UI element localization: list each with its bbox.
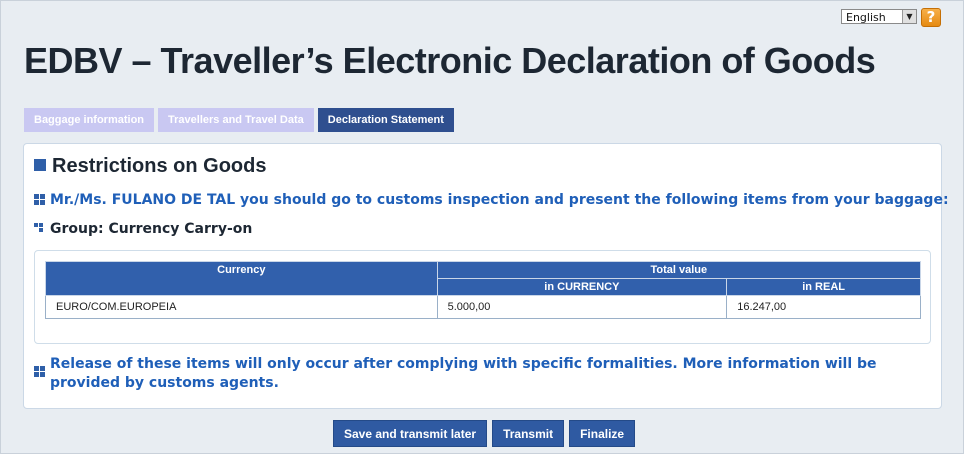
- release-message-text: Release of these items will only occur a…: [50, 356, 877, 391]
- cell-in-currency: 5.000,00: [436, 295, 728, 319]
- save-and-transmit-later-button[interactable]: Save and transmit later: [333, 420, 488, 447]
- section-title-text: Restrictions on Goods: [52, 155, 267, 177]
- header-in-real: in REAL: [726, 278, 921, 296]
- square-bullet-icon: [34, 159, 46, 171]
- transmit-button[interactable]: Transmit: [492, 420, 565, 447]
- action-bar: Save and transmit later Transmit Finaliz…: [333, 420, 636, 447]
- finalize-button[interactable]: Finalize: [569, 420, 636, 447]
- currency-table: Currency Total value in CURRENCY in REAL…: [45, 261, 922, 319]
- tab-baggage-information[interactable]: Baggage information: [24, 108, 155, 132]
- tab-travellers-and-travel-data[interactable]: Travellers and Travel Data: [158, 108, 314, 132]
- grid-bullet-icon: [34, 366, 45, 377]
- group-label-text: Group: Currency Carry-on: [50, 221, 253, 237]
- tab-declaration-statement[interactable]: Declaration Statement: [317, 108, 454, 132]
- page-title: EDBV – Traveller’s Electronic Declaratio…: [24, 40, 876, 81]
- help-icon[interactable]: ?: [921, 8, 941, 27]
- section-title: Restrictions on Goods: [34, 155, 266, 178]
- grid-bullet-icon: [34, 194, 45, 205]
- table-row: EURO/COM.EUROPEIA 5.000,00 16.247,00: [45, 295, 921, 319]
- group-label: Group: Currency Carry-on: [34, 221, 252, 237]
- inspection-message-text: Mr./Ms. FULANO DE TAL you should go to c…: [50, 192, 949, 208]
- header-total-value: Total value: [436, 261, 922, 279]
- release-message: Release of these items will only occur a…: [34, 355, 914, 393]
- cell-currency: EURO/COM.EUROPEIA: [45, 295, 438, 319]
- header-in-currency: in CURRENCY: [436, 278, 728, 296]
- language-select[interactable]: English ▼: [841, 9, 917, 24]
- header-currency: Currency: [45, 261, 438, 296]
- cell-in-real: 16.247,00: [726, 295, 921, 319]
- inspection-message: Mr./Ms. FULANO DE TAL you should go to c…: [34, 192, 949, 208]
- tab-bar: Baggage information Travellers and Trave…: [24, 108, 454, 132]
- grid-bullet-small-icon: [34, 223, 45, 234]
- language-selected-value: English: [846, 11, 886, 24]
- chevron-down-icon[interactable]: ▼: [902, 10, 916, 23]
